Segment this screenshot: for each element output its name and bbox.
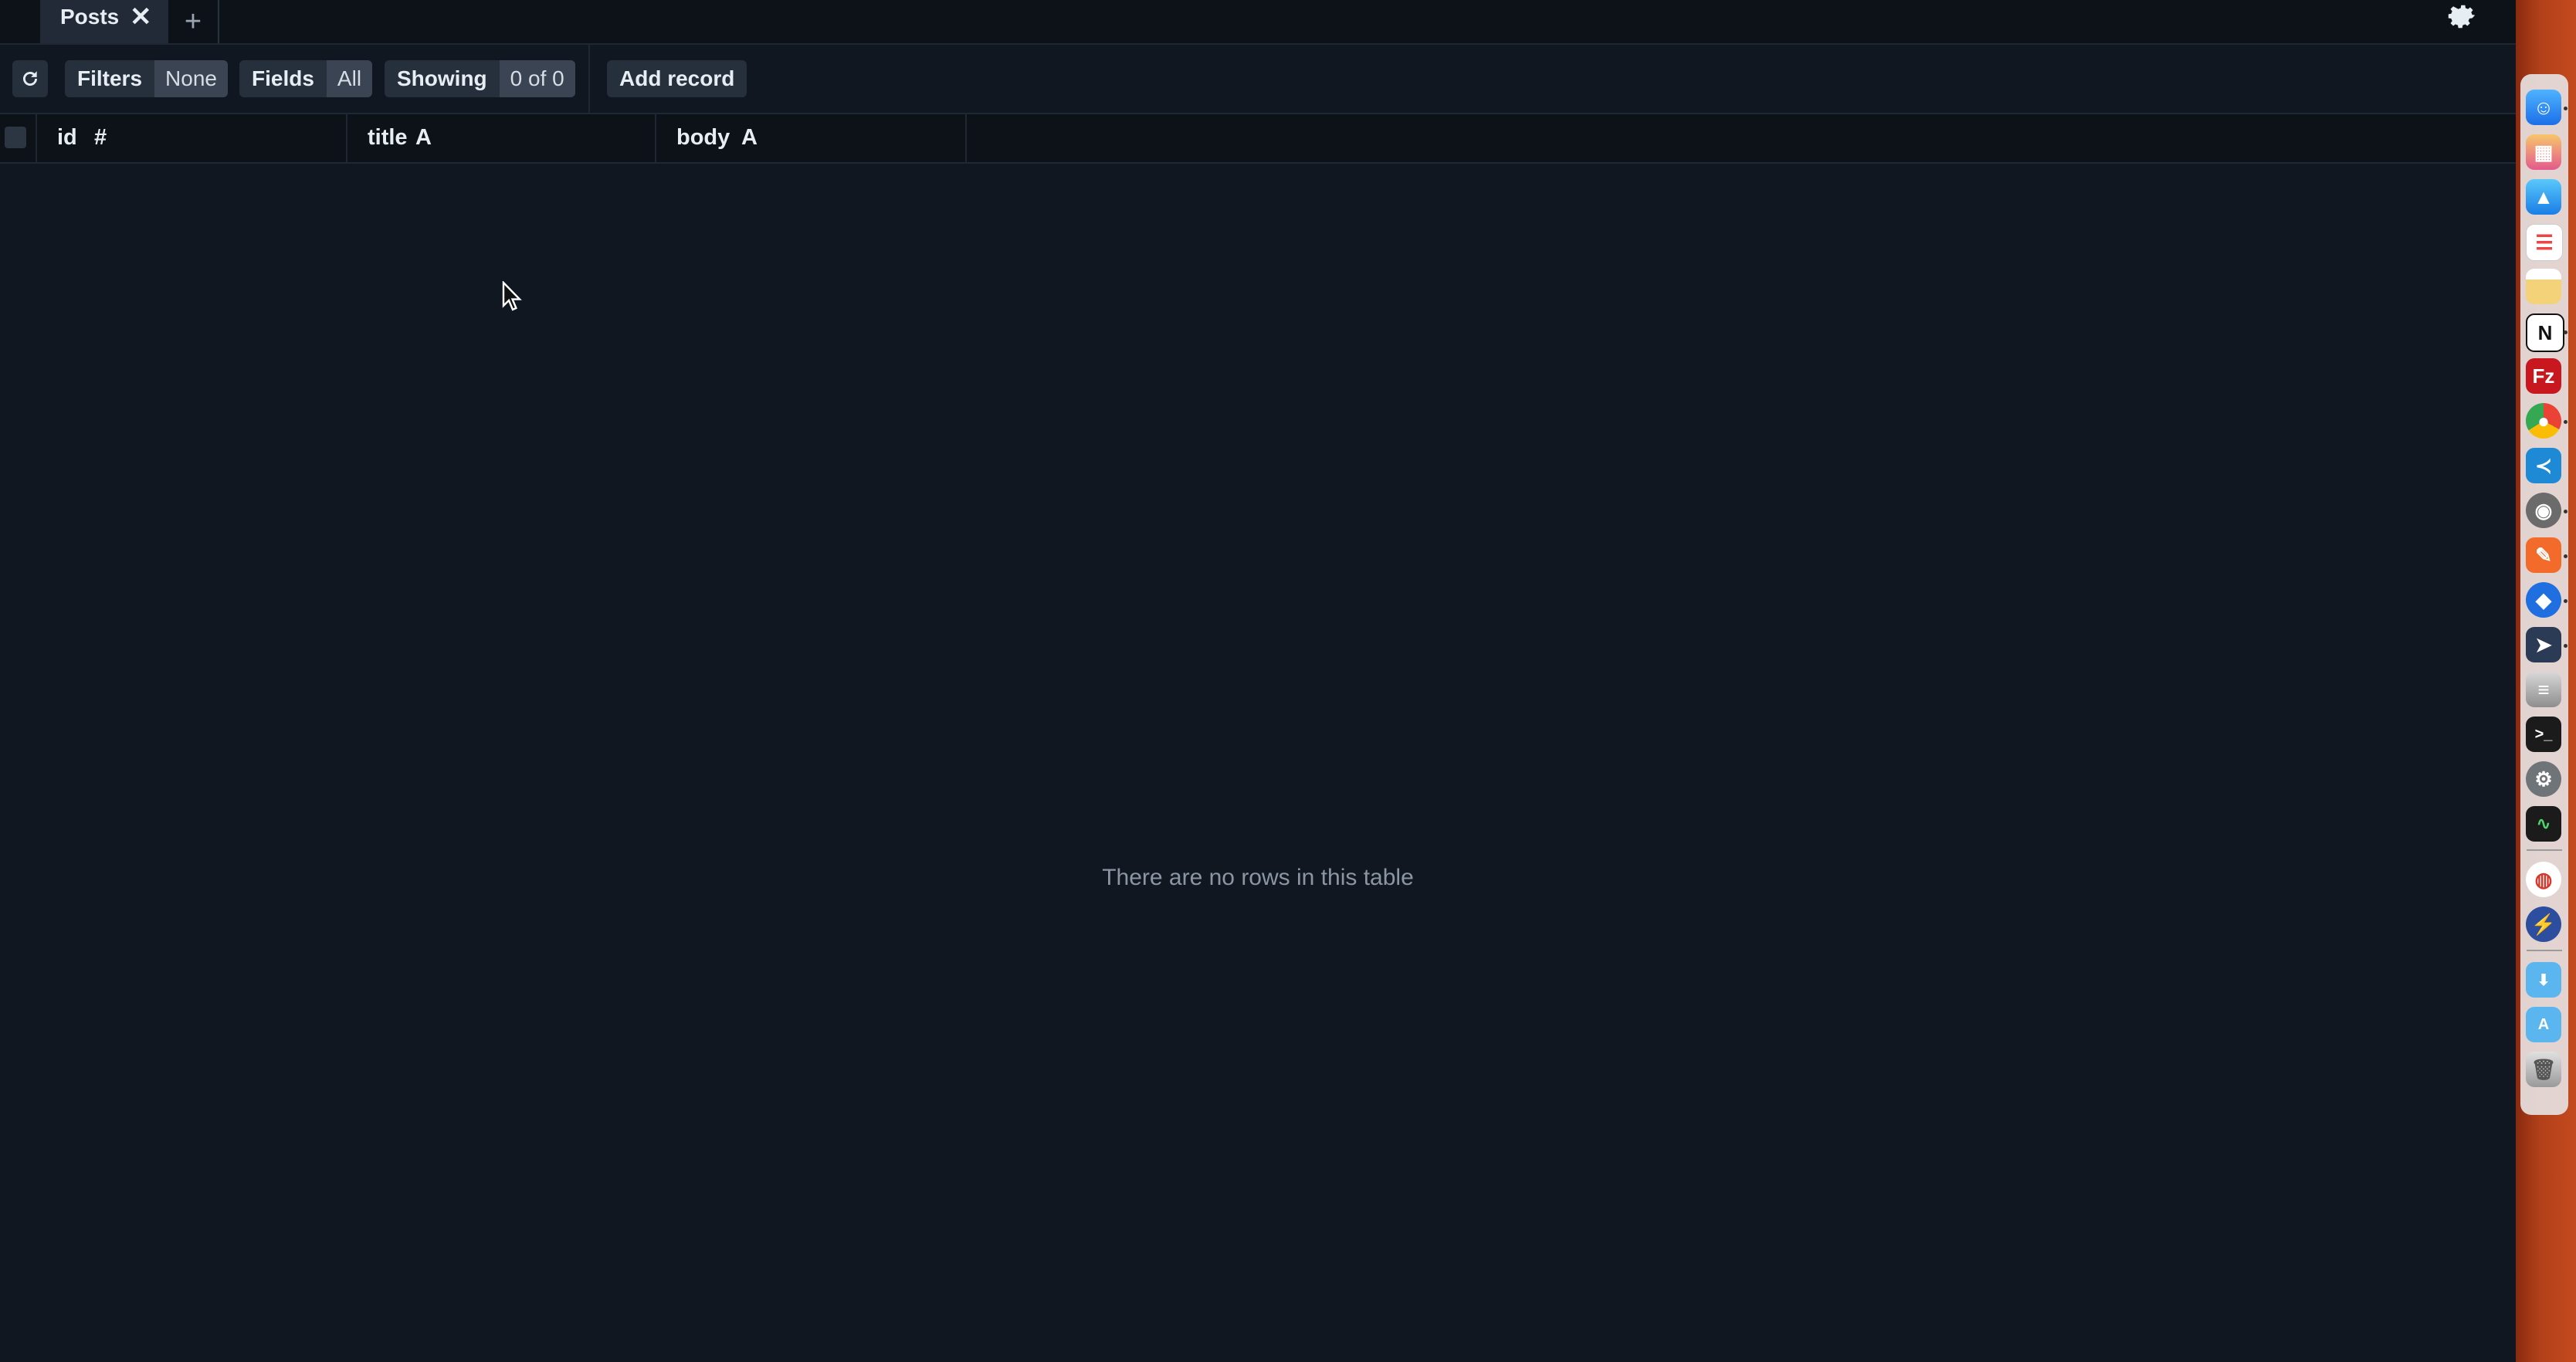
notes-icon[interactable] <box>2526 269 2561 304</box>
tableplus-icon[interactable]: ◉ <box>2526 493 2561 528</box>
column-header-id[interactable]: id # <box>37 114 347 162</box>
fields-label: Fields <box>252 66 314 90</box>
running-indicator <box>2564 644 2568 648</box>
sketch-icon[interactable]: ✎ <box>2526 537 2561 573</box>
toolbar-divider <box>588 45 590 113</box>
select-all-checkbox[interactable] <box>5 127 26 148</box>
showing-label: Showing <box>397 66 487 90</box>
running-indicator <box>2564 554 2568 558</box>
tab-label: Posts <box>60 5 120 29</box>
chrome-icon[interactable]: ● <box>2526 403 2561 439</box>
finder-icon[interactable]: ☺ <box>2526 90 2561 125</box>
column-name: id <box>57 125 77 150</box>
showing-button[interactable]: Showing 0 of 0 <box>385 60 575 97</box>
filezilla-icon[interactable]: Fz <box>2526 358 2561 394</box>
running-indicator <box>2564 420 2568 424</box>
system-preferences-icon[interactable]: ⚙ <box>2526 761 2561 797</box>
running-indicator <box>2564 107 2568 110</box>
tab-posts[interactable]: Posts ✕ <box>40 0 168 43</box>
reminders-icon[interactable]: ☰ <box>2526 224 2563 261</box>
testflight-icon[interactable]: ▲ <box>2526 179 2561 215</box>
dock: ☺ ▦ ▲ ☰ N Fz ● ≺ ◉ ✎ ◆ ➤ ≡ >_ ⚙ ∿ ◍ ⚡ ⬇ … <box>2520 74 2568 1115</box>
running-indicator <box>2564 330 2568 334</box>
filters-value: None <box>154 60 228 97</box>
applications-folder-icon[interactable]: A <box>2526 1007 2561 1042</box>
terminal-icon[interactable]: >_ <box>2526 717 2561 752</box>
scrobbles-icon[interactable]: ◍ <box>2526 862 2561 897</box>
gear-icon[interactable] <box>2445 0 2479 34</box>
text-type-icon: A <box>415 125 432 150</box>
filters-label: Filters <box>77 66 143 90</box>
dock-divider <box>2527 849 2562 851</box>
number-type-icon: # <box>94 125 107 150</box>
filters-button[interactable]: Filters None <box>65 60 228 97</box>
column-name: title <box>368 125 408 150</box>
text-type-icon: A <box>741 125 758 150</box>
app-window: Posts ✕ + Filters None Fields All Showin… <box>0 0 2516 1362</box>
close-icon[interactable]: ✕ <box>130 2 152 32</box>
activity-monitor-icon[interactable]: ∿ <box>2526 806 2561 842</box>
select-all-checkbox-cell <box>0 114 37 162</box>
fields-value: All <box>326 60 373 97</box>
dock-divider <box>2527 950 2562 951</box>
empty-state-message: There are no rows in this table <box>1102 865 1414 890</box>
running-indicator <box>2564 510 2568 513</box>
fields-button[interactable]: Fields All <box>239 60 373 97</box>
downloads-folder-icon[interactable]: ⬇ <box>2526 962 2561 998</box>
toolbar: Filters None Fields All Showing 0 of 0 A… <box>0 45 2516 114</box>
notion-icon[interactable]: N <box>2526 313 2564 352</box>
launchpad-icon[interactable]: ▦ <box>2526 134 2561 170</box>
showing-value: 0 of 0 <box>499 60 575 97</box>
trash-icon[interactable]: 🗑 <box>2526 1052 2561 1087</box>
table-header: id # title A body A <box>0 114 2516 164</box>
column-name: body <box>676 125 730 150</box>
refresh-icon <box>23 71 37 86</box>
add-record-label: Add record <box>619 66 735 90</box>
vscode-icon[interactable]: ≺ <box>2526 448 2561 483</box>
sequel-icon[interactable]: ≡ <box>2526 672 2561 707</box>
mouse-pointer-icon <box>502 281 522 311</box>
running-indicator <box>2564 599 2568 603</box>
refresh-button[interactable] <box>12 60 48 97</box>
telegram-icon[interactable]: ➤ <box>2526 627 2561 662</box>
column-header-title[interactable]: title A <box>347 114 656 162</box>
reeder-icon[interactable]: ⚡ <box>2526 906 2561 942</box>
tab-bar: Posts ✕ + <box>0 0 2516 45</box>
column-header-body[interactable]: body A <box>656 114 967 162</box>
new-tab-button[interactable]: + <box>168 0 219 43</box>
add-record-button[interactable]: Add record <box>607 60 747 97</box>
maps-icon[interactable]: ◆ <box>2526 582 2561 618</box>
